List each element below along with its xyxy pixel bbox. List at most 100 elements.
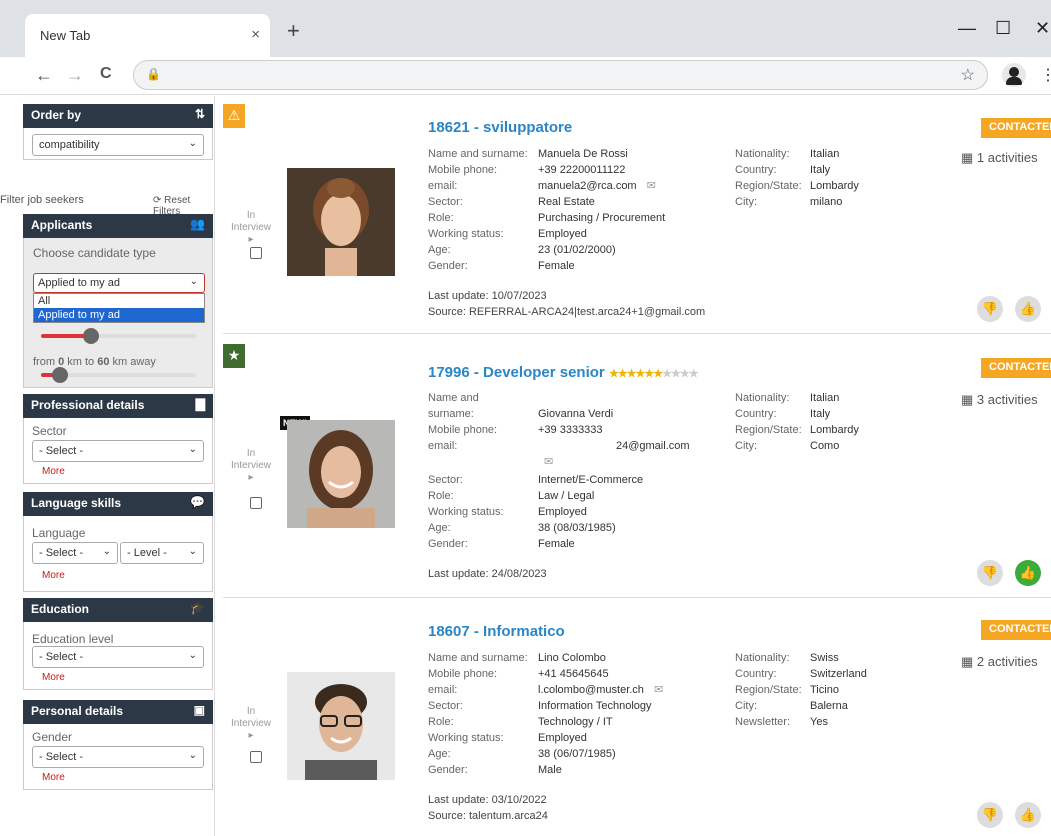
chevron-down-icon: ⌄ — [189, 276, 198, 287]
new-tab-icon[interactable]: + — [287, 20, 300, 42]
option-all[interactable]: All — [34, 294, 204, 308]
education-select[interactable]: - Select - ⌄ — [32, 646, 204, 668]
browser-toolbar: ← → C 🔒 ☆ ⋮ — [0, 57, 1051, 95]
field-key: Newsletter: — [735, 716, 791, 728]
activities-link[interactable]: ▦ 1 activities — [961, 150, 1038, 166]
thumbs-up-icon[interactable]: 👍 — [1015, 802, 1041, 828]
tab-title: New Tab — [40, 28, 91, 43]
chevron-down-icon: ⌄ — [188, 444, 197, 455]
envelope-icon[interactable]: ✉ — [654, 682, 663, 698]
option-applied[interactable]: Applied to my ad — [34, 308, 204, 322]
candidate-checkbox[interactable] — [250, 751, 262, 763]
reload-icon[interactable]: C — [100, 65, 112, 83]
field-value: +41 45645645 — [538, 668, 609, 680]
thumbs-up-icon[interactable]: 👍 — [1015, 296, 1041, 322]
gender-label: Gender — [32, 730, 73, 744]
field-key: Country: — [735, 408, 777, 420]
field-value: Lombardy — [810, 424, 859, 436]
address-bar[interactable]: 🔒 ☆ — [133, 60, 988, 90]
thumbs-down-icon[interactable]: 👎 — [977, 560, 1003, 586]
close-window-icon[interactable]: ✕ — [1035, 18, 1050, 39]
source: Source: REFERRAL-ARCA24|test.arca24+1@gm… — [428, 306, 706, 318]
language-title: Language skills — [31, 496, 122, 510]
field-key: Age: — [428, 244, 451, 256]
field-key: Region/State: — [735, 424, 802, 436]
candidate-type-select[interactable]: Applied to my ad ⌄ — [33, 273, 205, 293]
thumbs-up-icon[interactable]: 👍 — [1015, 560, 1041, 586]
envelope-icon[interactable]: ✉ — [647, 178, 656, 194]
field-key: Mobile phone: — [428, 668, 498, 680]
field-key: Sector: — [428, 474, 463, 486]
sector-select[interactable]: - Select - ⌄ — [32, 440, 204, 462]
field-key: email: — [428, 180, 458, 192]
activities-link[interactable]: ▦ 2 activities — [961, 654, 1038, 670]
portrait-image — [287, 168, 395, 276]
field-value[interactable]: manuela2@rca.com — [538, 178, 637, 194]
thumbs-down-icon[interactable]: 👎 — [977, 802, 1003, 828]
candidate-title-link[interactable]: 18621 - sviluppatore — [428, 119, 572, 136]
personal-header: Personal details ▣ — [23, 700, 213, 724]
gender-value: - Select - — [39, 751, 84, 763]
chevron-down-icon: ⌄ — [188, 546, 197, 557]
more-link[interactable]: More — [42, 772, 65, 783]
education-header: Education 🎓 — [23, 598, 213, 622]
more-link[interactable]: More — [42, 672, 65, 683]
card-footer: Last update: 10/07/2023 Source: REFERRAL… — [428, 288, 705, 320]
field-key: City: — [735, 700, 757, 712]
portrait-image — [287, 420, 395, 528]
envelope-icon[interactable]: ✉ — [544, 454, 553, 472]
slider-distance-knob[interactable] — [51, 367, 68, 383]
slider-1[interactable] — [41, 328, 196, 344]
gender-select[interactable]: - Select - ⌄ — [32, 746, 204, 768]
profile-avatar-icon[interactable] — [1002, 63, 1026, 87]
sector-label: Sector — [32, 424, 67, 438]
order-by-select[interactable]: compatibility ⌄ — [32, 134, 204, 156]
play-icon: ▸ — [248, 472, 254, 483]
field-value: Female — [538, 260, 575, 272]
slider-distance[interactable] — [41, 367, 196, 383]
in-interview-label[interactable]: In Interview ▸ — [231, 210, 271, 246]
field-key: Country: — [735, 164, 777, 176]
tab-close-icon[interactable]: × — [251, 26, 260, 43]
in-interview-label[interactable]: In Interview ▸ — [231, 448, 271, 484]
field-value: Italian — [810, 148, 840, 160]
more-link[interactable]: More — [42, 466, 65, 477]
maximize-icon[interactable]: ☐ — [995, 18, 1011, 39]
browser-tab[interactable]: New Tab × — [25, 14, 270, 57]
candidate-title-link[interactable]: 18607 - Informatico — [428, 623, 565, 640]
professional-box: Sector - Select - ⌄ More — [23, 418, 213, 484]
language-select[interactable]: - Select - ⌄ — [32, 542, 118, 564]
back-icon[interactable]: ← — [35, 65, 53, 86]
field-value: Lino Colombo — [538, 652, 606, 664]
level-select[interactable]: - Level - ⌄ — [120, 542, 204, 564]
field-value[interactable]: 24@gmail.com — [538, 438, 690, 454]
chevron-down-icon: ⌄ — [188, 138, 197, 149]
candidate-checkbox[interactable] — [250, 247, 262, 259]
users-icon: 👥 — [190, 217, 205, 231]
menu-icon[interactable]: ⋮ — [1040, 65, 1051, 85]
candidate-card: ⚠ In Interview ▸ 18621 - sviluppatore Nam… — [223, 104, 1051, 334]
level-value: - Level - — [127, 547, 167, 559]
forward-icon[interactable]: → — [66, 65, 84, 86]
more-link[interactable]: More — [42, 570, 65, 581]
field-key: Working status: — [428, 506, 504, 518]
field-key: Age: — [428, 522, 451, 534]
field-value: Italy — [810, 164, 831, 176]
bookmark-star-icon[interactable]: ☆ — [961, 65, 975, 85]
distance-to: 60 — [97, 356, 110, 368]
education-box: Education level - Select - ⌄ More — [23, 622, 213, 690]
id-card-icon: ▣ — [193, 703, 205, 717]
candidate-title-link[interactable]: 17996 - Developer senior ★★★★★★★★★★ — [428, 364, 699, 381]
portrait-image — [287, 672, 395, 780]
field-value: Balerna — [810, 700, 848, 712]
distance-mid: km to — [67, 356, 95, 368]
field-value: Real Estate — [538, 196, 595, 208]
in-interview-label[interactable]: In Interview ▸ — [231, 706, 271, 742]
education-label: Education level — [32, 632, 114, 646]
thumbs-down-icon[interactable]: 👎 — [977, 296, 1003, 322]
activities-link[interactable]: ▦ 3 activities — [961, 392, 1038, 408]
slider-1-knob[interactable] — [82, 328, 99, 344]
minimize-icon[interactable]: — — [958, 18, 976, 39]
field-value[interactable]: l.colombo@muster.ch — [538, 682, 644, 698]
candidate-checkbox[interactable] — [250, 497, 262, 509]
